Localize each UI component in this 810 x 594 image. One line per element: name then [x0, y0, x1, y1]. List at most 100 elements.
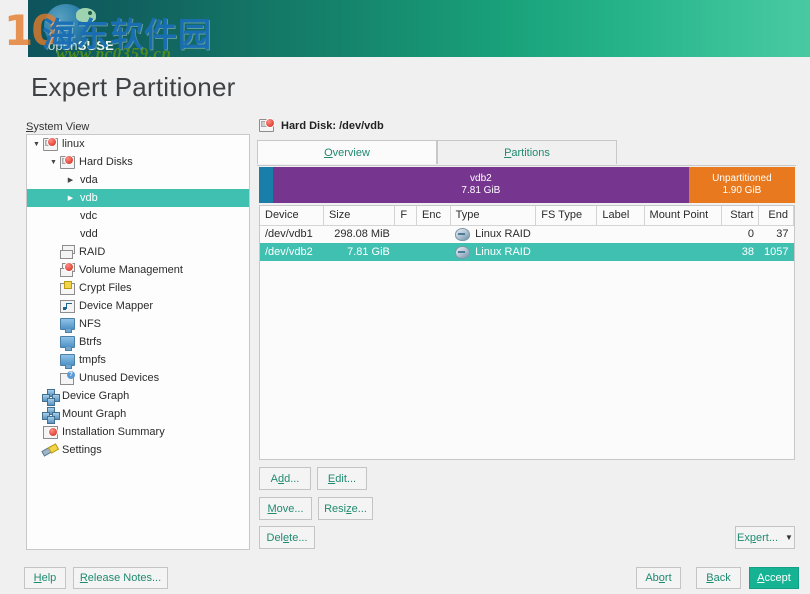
cell-device: /dev/vdb2 — [260, 243, 324, 261]
sidebar-item-label: Crypt Files — [79, 281, 132, 294]
partitions-table-container[interactable]: Device Size F Enc Type FS Type Label Mount Poin… — [259, 205, 795, 460]
back-button-label: Back — [706, 572, 731, 584]
partition-segment-vdb2[interactable]: vdb2 7.81 GiB — [272, 167, 689, 203]
delete-button[interactable]: Delete... — [259, 526, 315, 549]
sidebar-item-vdd[interactable]: vdd — [27, 225, 249, 243]
sidebar-item-vda[interactable]: ▶ vda — [27, 171, 249, 189]
table-header-f[interactable]: F — [394, 206, 418, 226]
tree-twisty-down-icon[interactable]: ▼ — [31, 141, 42, 148]
partition-segment-unnamed[interactable] — [259, 167, 273, 203]
partition-segment-unpartitioned[interactable]: Unpartitioned 1.90 GiB — [688, 167, 795, 203]
table-row[interactable]: /dev/vdb2 7.81 GiB Linux RAID 38 1057 — [260, 243, 794, 261]
table-header-mount-point[interactable]: Mount Point — [644, 206, 722, 226]
expert-button[interactable]: Expert... ▼ — [735, 526, 795, 549]
raid-type-icon — [455, 245, 471, 259]
sidebar-item-device-graph[interactable]: Device Graph — [27, 387, 249, 406]
tree-twisty-right-icon[interactable]: ▶ — [65, 177, 76, 184]
resize-button-label: Resize... — [324, 502, 367, 515]
sidebar-item-nfs[interactable]: NFS — [27, 315, 249, 333]
disk-red-icon — [42, 137, 58, 151]
table-header-start[interactable]: Start — [721, 206, 760, 226]
partitions-table: Device Size F Enc Type FS Type Label Mount Poin… — [260, 206, 794, 261]
unused-devices-icon — [59, 371, 75, 385]
sidebar-item-installation-summary[interactable]: Installation Summary — [27, 423, 249, 441]
back-button[interactable]: Back — [696, 567, 741, 589]
system-view-label: System View — [26, 121, 90, 133]
raid-type-icon — [455, 227, 471, 241]
table-header-type[interactable]: Type — [450, 206, 537, 226]
cell-start: 0 — [747, 228, 754, 241]
cell-type: Linux RAID — [450, 225, 536, 243]
cell-start: 38 — [721, 243, 759, 261]
sidebar-item-unused-devices[interactable]: Unused Devices — [27, 369, 249, 387]
partition-segment-name: Unpartitioned — [712, 173, 772, 184]
release-notes-button[interactable]: Release Notes... — [73, 567, 168, 589]
cell-enc — [417, 225, 451, 243]
table-header-label[interactable]: Label — [596, 206, 645, 226]
sidebar-item-device-mapper[interactable]: Device Mapper — [27, 297, 249, 315]
sidebar-item-mount-graph[interactable]: Mount Graph — [27, 405, 249, 424]
sidebar-item-label: vdc — [80, 209, 98, 222]
tree-twisty-down-icon[interactable]: ▼ — [48, 159, 59, 166]
abort-button[interactable]: Abort — [636, 567, 681, 589]
graph-icon — [42, 407, 60, 424]
cell-label — [597, 225, 644, 243]
table-header-row: Device Size F Enc Type FS Type Label Mount Poin… — [260, 206, 794, 226]
cell-f — [395, 225, 417, 243]
tab-label: Partitions — [504, 146, 550, 159]
tree-twisty-right-icon[interactable]: ▶ — [65, 195, 76, 202]
cell-fstype — [535, 243, 597, 261]
table-row[interactable]: /dev/vdb1 298.08 MiB Linux RAID 0 37 — [260, 225, 794, 243]
tab-partitions[interactable]: Partitions — [437, 140, 617, 164]
cell-fstype — [536, 225, 597, 243]
sidebar-item-label: NFS — [79, 317, 101, 330]
expert-button-label: Expert... — [737, 531, 779, 544]
app-banner: openSUSE 10 海东软件园 www.pc0359.cn — [0, 0, 810, 57]
accept-button[interactable]: Accept — [749, 567, 799, 589]
sidebar-item-tmpfs[interactable]: tmpfs — [27, 351, 249, 369]
sidebar-item-volume-management[interactable]: Volume Management — [27, 261, 249, 279]
cell-mountpoint — [644, 243, 722, 261]
sidebar-item-vdc[interactable]: vdc — [27, 207, 249, 225]
sidebar-item-label: Unused Devices — [79, 371, 160, 384]
sidebar-item-crypt-files[interactable]: Crypt Files — [27, 279, 249, 297]
help-button[interactable]: Help — [24, 567, 66, 589]
graph-icon — [42, 389, 60, 406]
sidebar-item-hard-disks[interactable]: ▼ Hard Disks — [27, 153, 249, 171]
table-header-size[interactable]: Size — [323, 206, 396, 226]
sidebar-item-linux[interactable]: ▼ linux — [27, 135, 249, 153]
cell-label — [596, 243, 645, 261]
table-header-fs-type[interactable]: FS Type — [535, 206, 598, 226]
help-button-label: Help — [33, 572, 57, 584]
raid-icon — [59, 245, 75, 259]
system-view-tree[interactable]: ▼ linux ▼ Hard Disks ▶ vda ▶ vdb vdc vdd RAID Volum… — [26, 134, 250, 550]
edit-button[interactable]: Edit... — [317, 467, 367, 490]
main-panel-title: Hard Disk: /dev/vdb — [281, 119, 384, 132]
table-header-end[interactable]: End — [758, 206, 794, 226]
cell-type: Linux RAID — [450, 243, 536, 261]
monitor-icon — [59, 317, 75, 333]
sidebar-item-label: Hard Disks — [79, 155, 133, 168]
cell-device: /dev/vdb1 — [265, 228, 313, 241]
sidebar-item-vdb[interactable]: ▶ vdb — [27, 189, 249, 207]
table-header-enc[interactable]: Enc — [416, 206, 451, 226]
cell-end: 37 — [776, 228, 789, 241]
monitor-icon — [59, 353, 75, 369]
tab-overview[interactable]: Overview — [257, 140, 437, 164]
hard-disk-icon — [258, 118, 276, 133]
delete-button-label: Delete... — [266, 531, 308, 544]
main-panel-header: Hard Disk: /dev/vdb — [258, 118, 384, 133]
resize-button[interactable]: Resize... — [318, 497, 373, 520]
volume-icon — [59, 262, 75, 277]
tab-bar: Overview Partitions — [257, 140, 796, 166]
disk-red-icon — [59, 155, 75, 169]
sidebar-item-label: vda — [80, 173, 98, 186]
sidebar-item-raid[interactable]: RAID — [27, 243, 249, 261]
sidebar-item-btrfs[interactable]: Btrfs — [27, 333, 249, 351]
sidebar-item-label: vdd — [80, 227, 98, 240]
move-button[interactable]: Move... — [259, 497, 312, 520]
table-header-device[interactable]: Device — [260, 206, 324, 226]
watermark-url-text: www.pc0359.cn — [56, 44, 172, 57]
add-button[interactable]: Add... — [259, 467, 311, 490]
sidebar-item-settings[interactable]: Settings — [27, 441, 249, 459]
